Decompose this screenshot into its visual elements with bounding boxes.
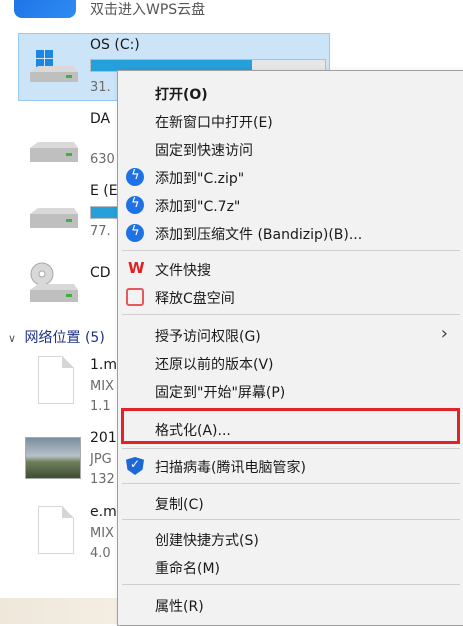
disk-clean-icon bbox=[126, 288, 144, 306]
drive-d-free: 630 bbox=[90, 152, 115, 167]
bandizip-icon bbox=[126, 168, 144, 186]
drive-cd-name[interactable]: CD bbox=[90, 265, 111, 281]
menu-item-file-search[interactable]: 文件快搜 bbox=[118, 257, 463, 281]
menu-item-label: 释放C盘空间 bbox=[155, 291, 235, 307]
bandizip-icon bbox=[126, 196, 144, 214]
chevron-down-icon: ∨ bbox=[8, 332, 17, 345]
menu-item-pin-quick-access[interactable]: 固定到快速访问 bbox=[118, 137, 463, 161]
menu-item-label: 添加到"C.zip" bbox=[155, 171, 245, 187]
menu-item-create-shortcut[interactable]: 创建快捷方式(S) bbox=[118, 527, 463, 551]
wps-icon bbox=[126, 259, 145, 278]
network-locations-header[interactable]: ∨ 网络位置 (5) bbox=[8, 327, 105, 347]
menu-item-label: 重命名(M) bbox=[155, 561, 221, 577]
menu-item-label: 固定到"开始"屏幕(P) bbox=[155, 385, 286, 401]
menu-item-add-archive-bandizip[interactable]: 添加到压缩文件 (Bandizip)(B)... bbox=[118, 221, 463, 245]
cd-drive-icon bbox=[26, 262, 82, 302]
wps-cloud-label[interactable]: 双击进入WPS云盘 bbox=[90, 0, 205, 19]
image-thumbnail bbox=[25, 437, 81, 479]
file-name[interactable]: 1.m bbox=[90, 357, 117, 373]
menu-item-label: 添加到"C.7z" bbox=[155, 199, 241, 215]
menu-item-pin-start[interactable]: 固定到"开始"屏幕(P) bbox=[118, 379, 463, 403]
file-size: 1.1 bbox=[90, 399, 111, 414]
file-size: 4.0 bbox=[90, 546, 111, 561]
menu-item-label: 添加到压缩文件 (Bandizip)(B)... bbox=[155, 227, 363, 243]
wps-cloud-icon[interactable] bbox=[14, 0, 76, 18]
menu-item-label: 授予访问权限(G) bbox=[155, 329, 261, 345]
file-type: JPG bbox=[90, 452, 112, 467]
menu-item-label: 在新窗口中打开(E) bbox=[155, 115, 273, 131]
context-menu: 打开(O) 在新窗口中打开(E) 固定到快速访问 添加到"C.zip" 添加到"… bbox=[117, 70, 463, 626]
chevron-right-icon: › bbox=[440, 323, 448, 344]
menu-separator bbox=[122, 483, 460, 484]
menu-item-scan-virus[interactable]: 扫描病毒(腾讯电脑管家) bbox=[118, 454, 463, 478]
menu-item-label: 属性(R) bbox=[155, 599, 204, 615]
windows-drive-icon bbox=[26, 48, 82, 88]
shield-icon bbox=[126, 457, 144, 475]
menu-item-label: 扫描病毒(腾讯电脑管家) bbox=[155, 460, 306, 476]
menu-item-label: 创建快捷方式(S) bbox=[155, 533, 259, 549]
file-type: MIX bbox=[90, 379, 114, 394]
menu-separator bbox=[122, 314, 460, 315]
menu-item-properties[interactable]: 属性(R) bbox=[118, 593, 463, 617]
menu-separator bbox=[122, 584, 460, 585]
hard-drive-icon bbox=[26, 134, 82, 174]
menu-separator bbox=[122, 519, 460, 520]
menu-item-label: 文件快搜 bbox=[155, 263, 211, 279]
drive-e-usage-bar bbox=[90, 206, 120, 219]
hard-drive-icon bbox=[26, 200, 82, 240]
drive-c-free: 31. bbox=[90, 80, 111, 95]
menu-item-label: 固定到快速访问 bbox=[155, 143, 253, 159]
drive-d-name[interactable]: DA bbox=[90, 111, 110, 127]
menu-item-label: 复制(C) bbox=[155, 497, 204, 513]
file-name[interactable]: e.m bbox=[90, 504, 117, 520]
menu-item-open[interactable]: 打开(O) bbox=[118, 81, 463, 105]
highlight-box bbox=[121, 408, 460, 444]
menu-item-grant-access[interactable]: 授予访问权限(G) › bbox=[118, 323, 463, 347]
menu-item-restore-versions[interactable]: 还原以前的版本(V) bbox=[118, 351, 463, 375]
drive-e-name[interactable]: E (E bbox=[90, 183, 118, 199]
drive-e-free: 77. bbox=[90, 224, 111, 239]
menu-item-open-new-window[interactable]: 在新窗口中打开(E) bbox=[118, 109, 463, 133]
menu-item-rename[interactable]: 重命名(M) bbox=[118, 555, 463, 579]
menu-item-label: 还原以前的版本(V) bbox=[155, 357, 274, 373]
file-size: 132 bbox=[90, 472, 115, 487]
file-icon bbox=[38, 506, 74, 554]
menu-item-copy[interactable]: 复制(C) bbox=[118, 491, 463, 515]
menu-item-free-space[interactable]: 释放C盘空间 bbox=[118, 285, 463, 309]
file-icon bbox=[38, 356, 74, 404]
file-type: MIX bbox=[90, 526, 114, 541]
menu-item-label: 打开(O) bbox=[155, 87, 208, 103]
menu-item-add-zip[interactable]: 添加到"C.zip" bbox=[118, 165, 463, 189]
menu-separator bbox=[122, 250, 460, 251]
file-name[interactable]: 201 bbox=[90, 430, 117, 446]
menu-item-add-7z[interactable]: 添加到"C.7z" bbox=[118, 193, 463, 217]
drive-c-name: OS (C:) bbox=[90, 37, 140, 53]
section-label: 网络位置 (5) bbox=[24, 330, 105, 346]
bandizip-icon bbox=[126, 224, 144, 242]
menu-separator bbox=[122, 448, 460, 449]
